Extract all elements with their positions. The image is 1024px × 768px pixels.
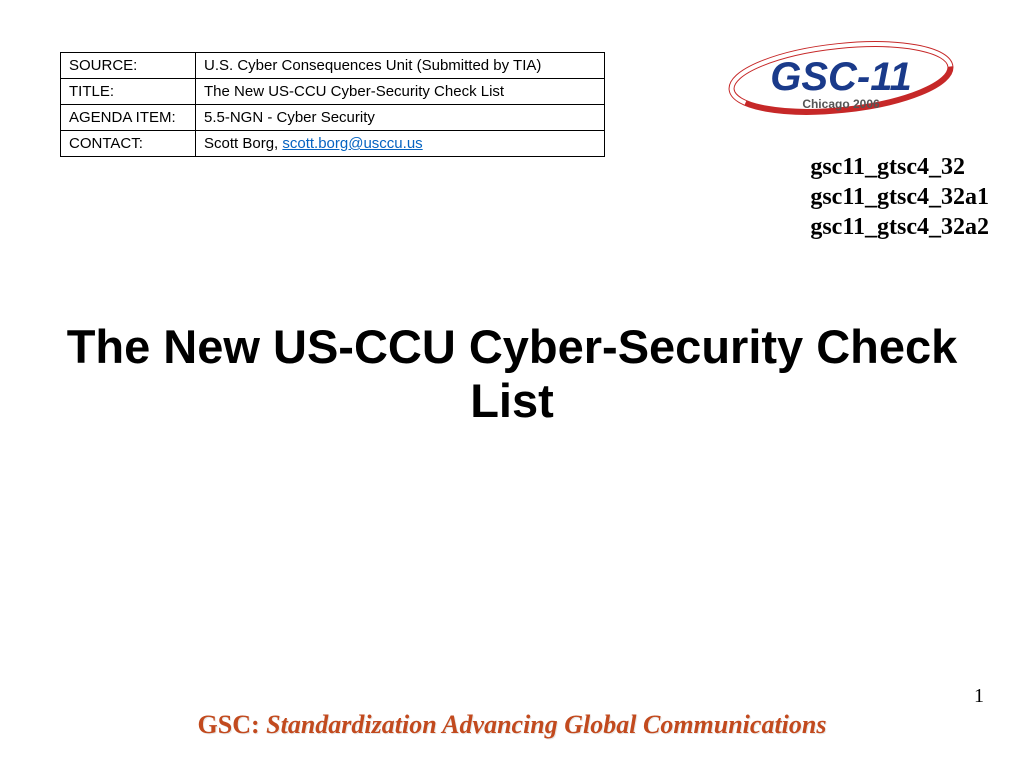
meta-value: Scott Borg, scott.borg@usccu.us — [196, 131, 605, 157]
meta-key: CONTACT: — [61, 131, 196, 157]
doc-code: gsc11_gtsc4_32a2 — [810, 212, 989, 242]
svg-text:GSC-11: GSC-11 — [770, 55, 912, 99]
svg-text:Chicago 2006: Chicago 2006 — [802, 97, 880, 111]
table-row: AGENDA ITEM: 5.5-NGN - Cyber Security — [61, 105, 605, 131]
meta-value: 5.5-NGN - Cyber Security — [196, 105, 605, 131]
meta-key: TITLE: — [61, 79, 196, 105]
meta-value: The New US-CCU Cyber-Security Check List — [196, 79, 605, 105]
meta-key: AGENDA ITEM: — [61, 105, 196, 131]
doc-code: gsc11_gtsc4_32a1 — [810, 182, 989, 212]
contact-email-link[interactable]: scott.borg@usccu.us — [282, 135, 422, 152]
metadata-table: SOURCE: U.S. Cyber Consequences Unit (Su… — [60, 52, 605, 157]
logo-block: GSC-11 Chicago 2006 — [676, 40, 1006, 128]
footer-rest: Standardization Advancing Global Communi… — [260, 710, 827, 739]
table-row: SOURCE: U.S. Cyber Consequences Unit (Su… — [61, 53, 605, 79]
document-codes: gsc11_gtsc4_32 gsc11_gtsc4_32a1 gsc11_gt… — [810, 152, 989, 242]
footer-lead: GSC: — [198, 710, 260, 739]
footer-tagline: GSC: Standardization Advancing Global Co… — [0, 710, 1024, 740]
table-row: CONTACT: Scott Borg, scott.borg@usccu.us — [61, 131, 605, 157]
doc-code: gsc11_gtsc4_32 — [810, 152, 989, 182]
contact-name: Scott Borg, — [204, 135, 282, 152]
gsc-logo-icon: GSC-11 Chicago 2006 — [711, 40, 971, 128]
table-row: TITLE: The New US-CCU Cyber-Security Che… — [61, 79, 605, 105]
page-number: 1 — [974, 685, 984, 708]
meta-key: SOURCE: — [61, 53, 196, 79]
page-title: The New US-CCU Cyber-Security Check List — [0, 320, 1024, 428]
meta-value: U.S. Cyber Consequences Unit (Submitted … — [196, 53, 605, 79]
